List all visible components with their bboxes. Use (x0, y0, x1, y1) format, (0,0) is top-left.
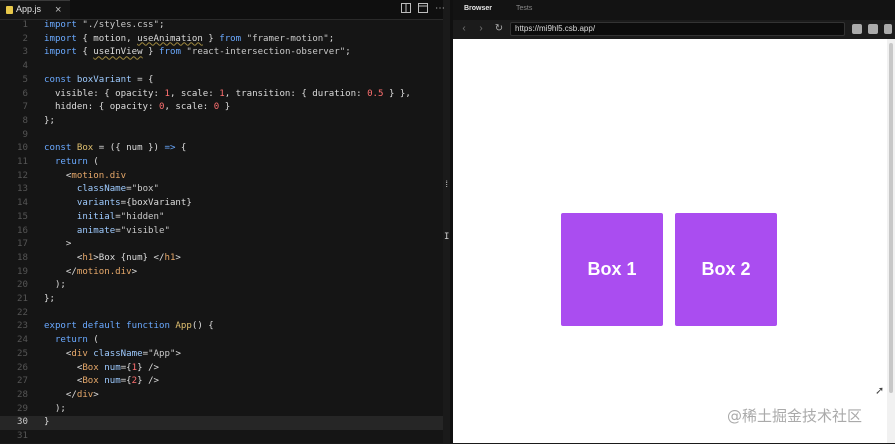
devtools-icon[interactable] (884, 24, 892, 34)
more-icon[interactable]: ⋯ (434, 3, 446, 15)
line-number: 19 (17, 266, 28, 277)
code-area[interactable]: 1 import "./styles.css"; 2 import { motion… (0, 19, 443, 443)
code-editor: App.js × ⋯ 1 import "./styles.css"; 2 impo… (0, 0, 449, 443)
line-number: 8 (22, 115, 28, 126)
box-2: Box 2 (675, 213, 777, 326)
settings-icon[interactable] (852, 24, 862, 34)
line-number: 2 (22, 33, 28, 44)
line-number: 23 (17, 321, 28, 332)
line-number: 15 (17, 211, 28, 222)
line-number: 31 (17, 431, 28, 441)
browser-pane: Browser Tests ‹ › ↻ https://mi9hl5.csb.a… (453, 0, 895, 443)
box-1-heading: Box 1 (587, 259, 637, 279)
tab-browser[interactable]: Browser (464, 5, 492, 12)
line-number: 11 (17, 157, 28, 167)
line-number: 6 (22, 88, 28, 99)
box-1: Box 1 (561, 213, 663, 326)
watermark: @稀土掘金技术社区 (727, 407, 863, 425)
url-bar[interactable]: https://mi9hl5.csb.app/ (510, 22, 845, 36)
line-number: 13 (17, 184, 28, 195)
line-number: 26 (17, 362, 28, 373)
line-number: 10 (17, 143, 28, 154)
line-number: 9 (22, 129, 28, 140)
line-number: 30 (17, 417, 28, 428)
browser-tab-bar: Browser Tests (453, 0, 895, 20)
line-number: 28 (17, 389, 28, 400)
editor-tab-bar: App.js × ⋯ (0, 0, 446, 20)
line-number: 21 (17, 294, 28, 304)
line-number: 20 (17, 280, 28, 291)
line-number: 5 (22, 74, 28, 85)
mouse-pointer-icon: ➚ (875, 385, 885, 397)
line-number: 12 (17, 170, 28, 181)
browser-nav-bar: ‹ › ↻ https://mi9hl5.csb.app/ (453, 20, 895, 39)
js-file-icon (6, 6, 13, 14)
line-number: 25 (17, 348, 28, 359)
tab-app-js[interactable]: App.js × (0, 0, 70, 19)
refresh-icon[interactable]: ↻ (493, 23, 505, 35)
line-number: 7 (22, 102, 28, 113)
box-2-heading: Box 2 (701, 259, 751, 279)
scrollbar[interactable] (887, 39, 895, 443)
forward-icon[interactable]: › (475, 23, 487, 35)
tab-label: App.js (16, 4, 42, 14)
scroll-thumb[interactable] (889, 43, 893, 393)
open-new-window-icon[interactable] (868, 24, 878, 34)
split-editor-icon[interactable] (400, 3, 412, 15)
preview-icon[interactable] (417, 3, 429, 15)
line-number: 29 (17, 403, 28, 414)
preview-viewport: Box 1 Box 2 ➚ (453, 39, 895, 443)
line-number: 24 (17, 335, 28, 346)
line-number: 18 (17, 252, 28, 263)
line-number: 14 (17, 198, 28, 209)
back-icon[interactable]: ‹ (458, 23, 470, 35)
line-number: 4 (22, 61, 28, 72)
active-line[interactable]: 30} (0, 416, 443, 430)
line-number: 17 (17, 239, 28, 250)
line-number: 1 (22, 20, 28, 30)
line-number: 22 (17, 307, 28, 318)
tab-tests[interactable]: Tests (516, 5, 532, 12)
close-icon[interactable]: × (55, 3, 61, 17)
line-number: 27 (17, 376, 28, 387)
line-number: 16 (17, 225, 28, 236)
line-number: 3 (22, 47, 28, 58)
